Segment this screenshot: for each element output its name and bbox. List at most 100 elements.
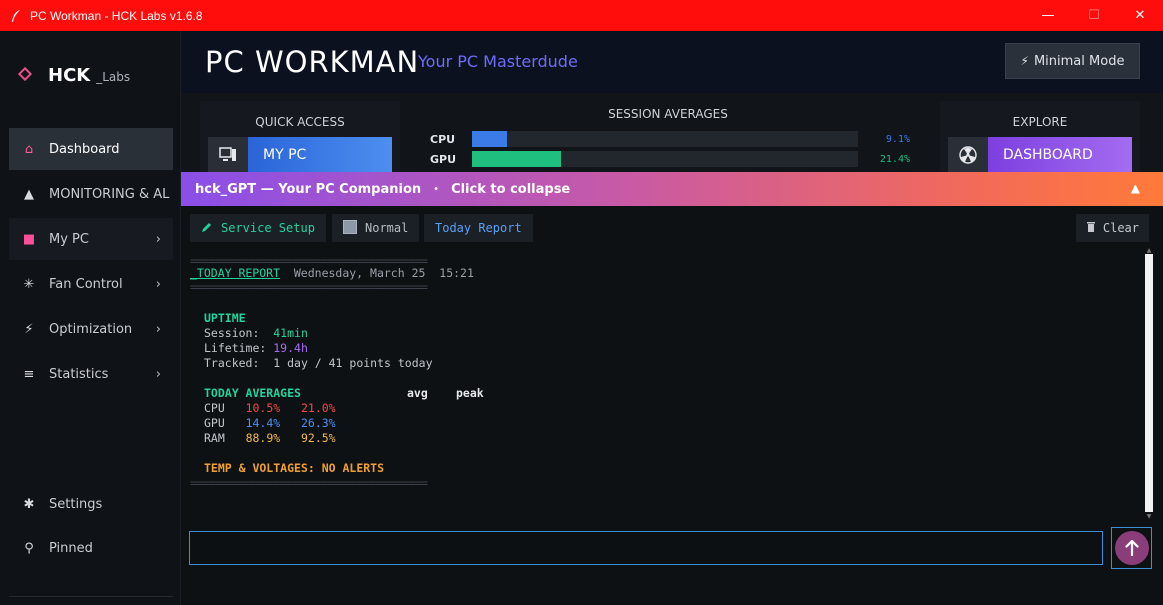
- sidebar-item-optimization[interactable]: ⚡ Optimization ›: [9, 308, 173, 350]
- report-output: ========================================…: [190, 250, 1150, 522]
- scroll-down-icon[interactable]: ▼: [1145, 514, 1153, 520]
- sidebar-item-label: Statistics: [49, 366, 109, 382]
- sidebar-item-dashboard[interactable]: ⌂ Dashboard: [9, 128, 173, 170]
- gear-icon: ✱: [23, 496, 35, 512]
- report-heading: _TODAY REPORT: [190, 266, 281, 280]
- top-panels: QUICK ACCESS MY PC SESSION AVERAGES CPU …: [181, 93, 1163, 173]
- clear-button[interactable]: Clear: [1075, 214, 1149, 242]
- metric-avg: 88.9%: [245, 431, 281, 445]
- metric-label: RAM: [204, 431, 225, 445]
- normal-mode-button[interactable]: Normal: [332, 214, 420, 242]
- diamond-icon: [17, 66, 33, 82]
- chevron-up-icon[interactable]: ▲: [1131, 181, 1140, 195]
- dashboard-card-label: DASHBOARD: [988, 137, 1132, 173]
- session-label: Session:: [204, 326, 260, 340]
- ram-avg-row: RAM 88.9% 92.5%: [204, 431, 336, 446]
- logo-sub: _Labs: [96, 70, 131, 84]
- sidebar-item-fan-control[interactable]: ✳ Fan Control ›: [9, 263, 173, 305]
- metric-label: CPU: [204, 401, 225, 415]
- tracked-value: 1 day / 41 points today: [273, 356, 433, 370]
- trash-icon: [1086, 221, 1096, 235]
- bar-value: 21.4%: [879, 153, 910, 165]
- service-setup-button[interactable]: Service Setup: [190, 214, 326, 242]
- dashboard-card[interactable]: DASHBOARD: [948, 137, 1132, 173]
- radiation-icon: [948, 137, 988, 173]
- checkbox-icon: [343, 219, 357, 237]
- send-button-frame[interactable]: [1111, 527, 1152, 569]
- explore-panel: EXPLORE DASHBOARD: [940, 101, 1140, 173]
- today-report-label: Today Report: [435, 221, 522, 235]
- bullet-separator: •: [433, 183, 440, 195]
- minimal-mode-button[interactable]: ⚡ Minimal Mode: [1005, 43, 1140, 79]
- alerts-line: TEMP & VOLTAGES: NO ALERTS: [204, 461, 385, 475]
- lightning-icon: ⚡: [1020, 54, 1029, 68]
- divider: [9, 596, 173, 597]
- bar-value: 9.1%: [885, 133, 910, 145]
- minimize-button[interactable]: —: [1025, 0, 1071, 31]
- tracked-label: Tracked:: [204, 356, 260, 370]
- page-title: PC WORKMAN: [205, 45, 420, 79]
- session-averages-title: SESSION AVERAGES: [608, 107, 728, 121]
- service-setup-label: Service Setup: [221, 221, 315, 235]
- report-date: Wednesday, March 25 15:21: [293, 266, 474, 280]
- sidebar-item-label: Dashboard: [49, 141, 120, 157]
- session-line: Session: 41min: [204, 326, 308, 341]
- report-heading-line: _TODAY REPORT Wednesday, March 25 15:21: [190, 266, 474, 281]
- scrollbar-thumb[interactable]: [1145, 254, 1153, 512]
- today-averages-title: TODAY AVERAGES: [204, 386, 301, 400]
- lifetime-line: Lifetime: 19.4h: [204, 341, 308, 356]
- lightning-icon: ⚡: [24, 321, 34, 337]
- gpt-banner-title: hck_GPT — Your PC Companion: [195, 181, 422, 197]
- bar-track: [472, 151, 858, 167]
- sidebar-item-pinned[interactable]: ⚲ Pinned: [9, 527, 173, 569]
- home-icon: ⌂: [24, 141, 34, 157]
- sidebar-item-my-pc[interactable]: ■ My PC ›: [9, 218, 173, 260]
- explore-title: EXPLORE: [1012, 115, 1068, 129]
- window-title-bar: PC Workman - HCK Labs v1.6.8 — ☐ ✕: [0, 0, 1163, 31]
- uptime-title: UPTIME: [204, 311, 246, 325]
- my-pc-card-label: MY PC: [248, 137, 392, 173]
- metric-peak: 21.0%: [300, 401, 336, 415]
- list-icon: ≡: [23, 366, 35, 382]
- close-button[interactable]: ✕: [1117, 0, 1163, 31]
- tracked-line: Tracked: 1 day / 41 points today: [204, 356, 433, 371]
- sidebar: HCK _Labs ⌂ Dashboard ▲ MONITORING & AL …: [0, 31, 181, 605]
- computer-icon: [208, 137, 248, 173]
- separator-line: ========================================: [190, 476, 428, 490]
- gpu-avg-row: GPU 14.4% 26.3%: [204, 416, 336, 431]
- lifetime-value: 19.4h: [273, 341, 308, 355]
- quick-access-title: QUICK ACCESS: [255, 115, 345, 129]
- cpu-avg-row: CPU 10.5% 21.0%: [204, 401, 336, 416]
- bar-fill: [472, 131, 508, 147]
- metric-avg: 10.5%: [245, 401, 281, 415]
- chat-input[interactable]: [189, 531, 1103, 565]
- metric-peak: 92.5%: [300, 431, 336, 445]
- sidebar-item-label: Fan Control: [49, 276, 123, 292]
- lifetime-label: Lifetime:: [204, 341, 267, 355]
- bar-fill: [472, 151, 561, 167]
- tagline: Your PC Masterdude: [418, 52, 578, 71]
- my-pc-card[interactable]: MY PC: [208, 137, 392, 173]
- feather-icon: [12, 9, 20, 22]
- sidebar-item-label: Settings: [49, 496, 103, 512]
- sidebar-item-monitoring[interactable]: ▲ MONITORING & AL: [9, 173, 173, 215]
- chevron-right-icon: ›: [155, 321, 161, 337]
- today-report-button[interactable]: Today Report: [424, 214, 533, 242]
- send-button[interactable]: [1114, 531, 1149, 565]
- gpt-banner[interactable]: hck_GPT — Your PC Companion • Click to c…: [181, 172, 1163, 206]
- pin-icon: ⚲: [24, 540, 34, 556]
- gpu-session-bar: GPU 21.4%: [430, 151, 910, 167]
- collapse-link[interactable]: Click to collapse: [451, 182, 570, 197]
- bar-label: GPU: [430, 152, 457, 166]
- sidebar-item-label: MONITORING & AL: [49, 186, 170, 202]
- report-scrollbar[interactable]: ▲ ▼: [1144, 248, 1154, 520]
- sidebar-item-settings[interactable]: ✱ Settings: [9, 483, 173, 525]
- logo-main: HCK: [48, 65, 91, 86]
- chevron-right-icon: ›: [155, 276, 161, 292]
- bar-label: CPU: [430, 132, 456, 146]
- sidebar-item-label: Optimization: [49, 321, 133, 337]
- window-title: PC Workman - HCK Labs v1.6.8: [30, 8, 203, 23]
- maximize-button[interactable]: ☐: [1071, 0, 1117, 31]
- metric-avg: 14.4%: [245, 416, 281, 430]
- sidebar-item-statistics[interactable]: ≡ Statistics ›: [9, 353, 173, 395]
